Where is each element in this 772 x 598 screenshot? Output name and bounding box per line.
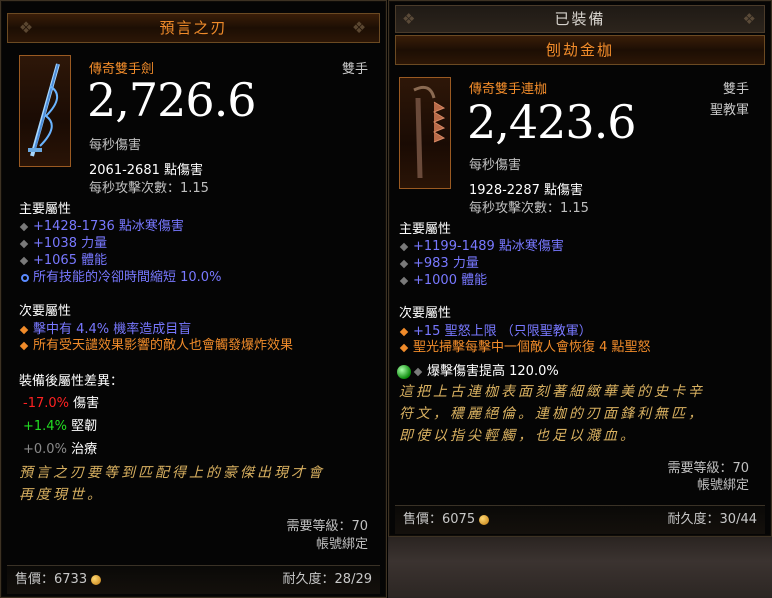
- emerald-gem-icon: [397, 364, 411, 379]
- ornament-icon: ❖: [351, 18, 369, 37]
- item-icon-frame: [19, 55, 71, 167]
- dps-value: 2,423.6: [467, 95, 637, 149]
- attack-speed: 每秒攻擊次數：1.15: [89, 181, 209, 196]
- bullet-icon: [399, 327, 409, 336]
- item-name: 預言之刃: [159, 19, 228, 37]
- bullet-icon: [19, 325, 29, 334]
- equipped-banner: ❖ 已裝備 ❖: [395, 5, 765, 33]
- secondary-stat: 聖光掃擊每擊中一個敵人會恢復 4 點聖怒: [399, 336, 651, 355]
- item-title-bar: ❖ 預言之刃 ❖: [7, 13, 380, 43]
- ornament-icon: ❖: [742, 10, 758, 28]
- lore-text: 這把上古連枷表面刻著細緻華美的史卡辛 符文，穠麗絕倫。連枷的刃面鋒利無匹， 即使…: [399, 384, 705, 444]
- dps-label: 每秒傷害: [89, 138, 142, 153]
- flail-icon: [413, 85, 446, 179]
- bullet-icon: [19, 256, 29, 265]
- attack-speed: 每秒攻擊次數：1.15: [469, 201, 589, 216]
- bullet-icon: [399, 276, 409, 285]
- background-strip: [388, 537, 772, 598]
- account-bound: 帳號綁定: [315, 537, 368, 552]
- primary-stat: 所有技能的冷卻時間縮短 10.0%: [21, 266, 221, 285]
- bullet-icon: [399, 242, 409, 251]
- account-bound: 帳號綁定: [696, 478, 749, 493]
- item-tooltip-left: ❖ 預言之刃 ❖ 傳奇雙手劍 雙手 2,726.6 每秒傷害 2061-2681…: [0, 0, 387, 598]
- sword-icon: [28, 63, 60, 157]
- bullet-icon: [413, 367, 423, 376]
- diff-toughness: +1.4% 堅韌: [23, 419, 98, 434]
- item-class: 聖教軍: [709, 103, 749, 118]
- sell-price: 售價：6075: [403, 506, 490, 534]
- durability: 耐久度：30/44: [667, 512, 757, 527]
- sell-price: 售價：6733: [15, 566, 102, 594]
- diff-damage: -17.0% 傷害: [23, 396, 100, 411]
- bullet-icon: [19, 239, 29, 248]
- bullet-icon: [19, 341, 29, 350]
- dps-label: 每秒傷害: [469, 158, 522, 173]
- tooltip-footer: 售價：6075 耐久度：30/44: [395, 505, 765, 534]
- item-hand: 雙手: [341, 62, 368, 77]
- secondary-stat: 所有受天譴效果影響的敵人也會觸發爆炸效果: [19, 334, 293, 353]
- durability: 耐久度：28/29: [282, 572, 372, 587]
- cooldown-icon: [21, 273, 29, 282]
- primary-stat: +1000 體能: [399, 269, 487, 288]
- item-name: 刨劫金枷: [545, 41, 614, 59]
- dps-value: 2,726.6: [87, 73, 257, 127]
- required-level: 需要等級：70: [286, 519, 368, 534]
- diff-header: 裝備後屬性差異：: [19, 374, 124, 389]
- item-title-bar: 刨劫金枷: [395, 35, 765, 65]
- item-icon-frame: [399, 77, 451, 189]
- tooltip-footer: 售價：6733 耐久度：28/29: [7, 565, 380, 594]
- diff-healing: +0.0% 治療: [23, 442, 98, 457]
- damage-range: 1928-2287 點傷害: [469, 183, 583, 198]
- item-hand: 雙手: [722, 82, 749, 97]
- gold-coin-icon: [479, 514, 490, 525]
- bullet-icon: [399, 343, 409, 352]
- ornament-icon: ❖: [402, 10, 418, 28]
- bullet-icon: [399, 259, 409, 268]
- gold-coin-icon: [91, 574, 102, 585]
- socket-stat: 爆擊傷害提高 120.0%: [397, 360, 559, 379]
- secondary-header: 次要屬性: [399, 306, 452, 321]
- damage-range: 2061-2681 點傷害: [89, 163, 203, 178]
- lore-text: 預言之刃要等到匹配得上的豪傑出現才會 再度現世。: [19, 465, 325, 503]
- secondary-header: 次要屬性: [19, 304, 72, 319]
- ornament-icon: ❖: [18, 18, 36, 37]
- item-tooltip-right: ❖ 已裝備 ❖ 刨劫金枷 傳奇雙手連枷 雙手 聖教軍 2,423.6 每秒傷害 …: [388, 0, 772, 537]
- bullet-icon: [19, 222, 29, 231]
